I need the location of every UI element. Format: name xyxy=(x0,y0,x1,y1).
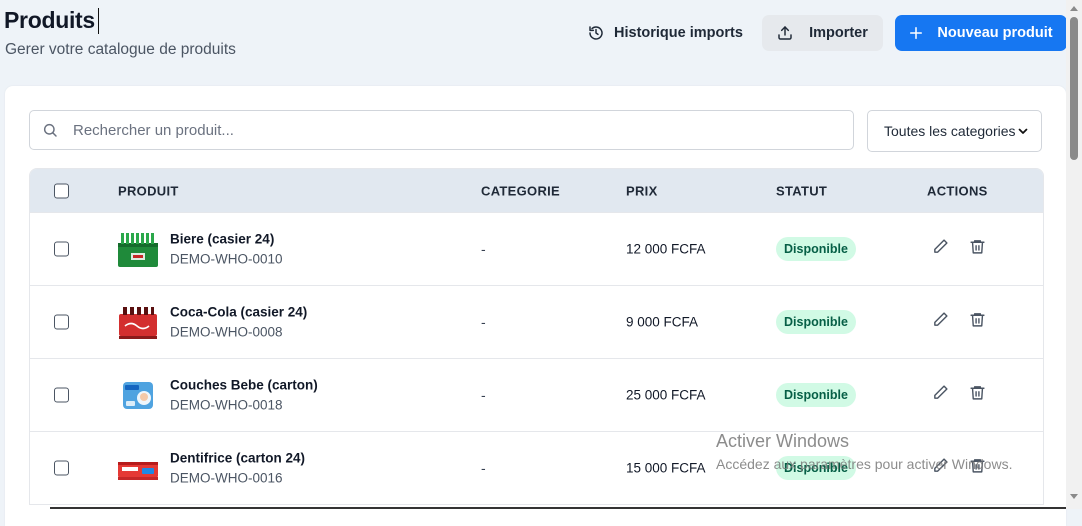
product-price: 9 000 FCFA xyxy=(626,314,699,330)
row-checkbox[interactable] xyxy=(54,460,69,476)
trash-icon[interactable] xyxy=(969,384,986,406)
search-box[interactable] xyxy=(29,110,854,150)
product-thumbnail xyxy=(116,229,160,269)
products-table: PRODUIT CATEGORIE PRIX STATUT ACTIONS Bi… xyxy=(29,168,1044,505)
new-product-button[interactable]: Nouveau produit xyxy=(895,15,1067,51)
edit-icon[interactable] xyxy=(932,311,949,333)
edit-icon[interactable] xyxy=(932,238,949,260)
search-input[interactable] xyxy=(71,120,853,140)
product-sku: DEMO-WHO-0016 xyxy=(170,470,283,486)
new-product-label: Nouveau produit xyxy=(937,25,1053,41)
product-info: Biere (casier 24) DEMO-WHO-0010 xyxy=(170,232,283,267)
table-header: PRODUIT CATEGORIE PRIX STATUT ACTIONS xyxy=(30,169,1043,212)
scroll-down-arrow-icon[interactable] xyxy=(1070,494,1078,499)
page-subtitle: Gerer votre catalogue de produits xyxy=(5,41,236,58)
import-button[interactable]: Importer xyxy=(762,15,883,51)
cola-crate-icon xyxy=(119,307,157,339)
plus-icon xyxy=(909,26,923,40)
toothpaste-box-icon xyxy=(118,462,158,480)
product-info: Dentifrice (carton 24) DEMO-WHO-0016 xyxy=(170,451,305,486)
table-row[interactable]: Couches Bebe (carton) DEMO-WHO-0018 - 25… xyxy=(30,358,1043,431)
product-info: Coca-Cola (casier 24) DEMO-WHO-0008 xyxy=(170,305,307,340)
category-select-value: Toutes les categories xyxy=(884,123,1016,139)
select-all-checkbox[interactable] xyxy=(54,183,69,198)
edit-icon[interactable] xyxy=(932,384,949,406)
status-badge: Disponible xyxy=(776,237,856,261)
trash-icon[interactable] xyxy=(969,311,986,333)
scroll-thumb[interactable] xyxy=(1070,17,1078,160)
beer-crate-icon xyxy=(118,233,158,267)
status-badge: Disponible xyxy=(776,383,856,407)
product-name: Dentifrice (carton 24) xyxy=(170,450,306,466)
product-thumbnail xyxy=(116,448,160,488)
page-title: Produits xyxy=(4,7,95,33)
product-price: 25 000 FCFA xyxy=(626,387,706,403)
import-label: Importer xyxy=(809,25,868,41)
product-name: Couches Bebe (carton) xyxy=(170,377,318,393)
column-header-product: PRODUIT xyxy=(118,183,179,198)
product-name: Coca-Cola (casier 24) xyxy=(170,304,308,320)
vertical-scrollbar[interactable] xyxy=(1066,0,1082,509)
product-info: Couches Bebe (carton) DEMO-WHO-0018 xyxy=(170,378,318,413)
table-row[interactable]: Biere (casier 24) DEMO-WHO-0010 - 12 000… xyxy=(30,212,1043,285)
product-category: - xyxy=(481,387,486,403)
diapers-pack-icon xyxy=(123,382,153,409)
product-sku: DEMO-WHO-0008 xyxy=(170,324,283,340)
status-badge: Disponible xyxy=(776,310,856,334)
row-checkbox[interactable] xyxy=(54,314,69,330)
windows-activation-title: Activer Windows xyxy=(716,431,850,451)
product-thumbnail xyxy=(116,302,160,342)
table-row[interactable]: Coca-Cola (casier 24) DEMO-WHO-0008 - 9 … xyxy=(30,285,1043,358)
search-icon xyxy=(42,122,58,138)
product-sku: DEMO-WHO-0018 xyxy=(170,397,283,413)
row-checkbox[interactable] xyxy=(54,387,69,403)
product-category: - xyxy=(481,460,486,476)
product-sku: DEMO-WHO-0010 xyxy=(170,251,283,267)
upload-icon xyxy=(777,25,793,41)
row-checkbox[interactable] xyxy=(54,241,69,257)
column-header-status: STATUT xyxy=(776,183,828,198)
history-icon xyxy=(588,25,604,41)
column-header-category: CATEGORIE xyxy=(481,183,561,198)
product-price: 15 000 FCFA xyxy=(626,460,706,476)
product-name: Biere (casier 24) xyxy=(170,231,275,247)
product-category: - xyxy=(481,241,486,257)
chevron-down-icon xyxy=(1017,125,1029,137)
column-header-price: PRIX xyxy=(626,183,658,198)
column-header-actions: ACTIONS xyxy=(927,183,988,198)
text-cursor xyxy=(98,8,99,34)
import-history-label: Historique imports xyxy=(614,25,743,41)
product-thumbnail xyxy=(116,375,160,415)
product-price: 12 000 FCFA xyxy=(626,241,706,257)
category-select[interactable]: Toutes les categories xyxy=(867,110,1042,152)
import-history-button[interactable]: Historique imports xyxy=(578,15,753,51)
product-category: - xyxy=(481,314,486,330)
scroll-up-arrow-icon[interactable] xyxy=(1070,6,1078,11)
trash-icon[interactable] xyxy=(969,238,986,260)
windows-activation-subtitle: Accédez aux paramètres pour activer Wind… xyxy=(716,456,1013,472)
